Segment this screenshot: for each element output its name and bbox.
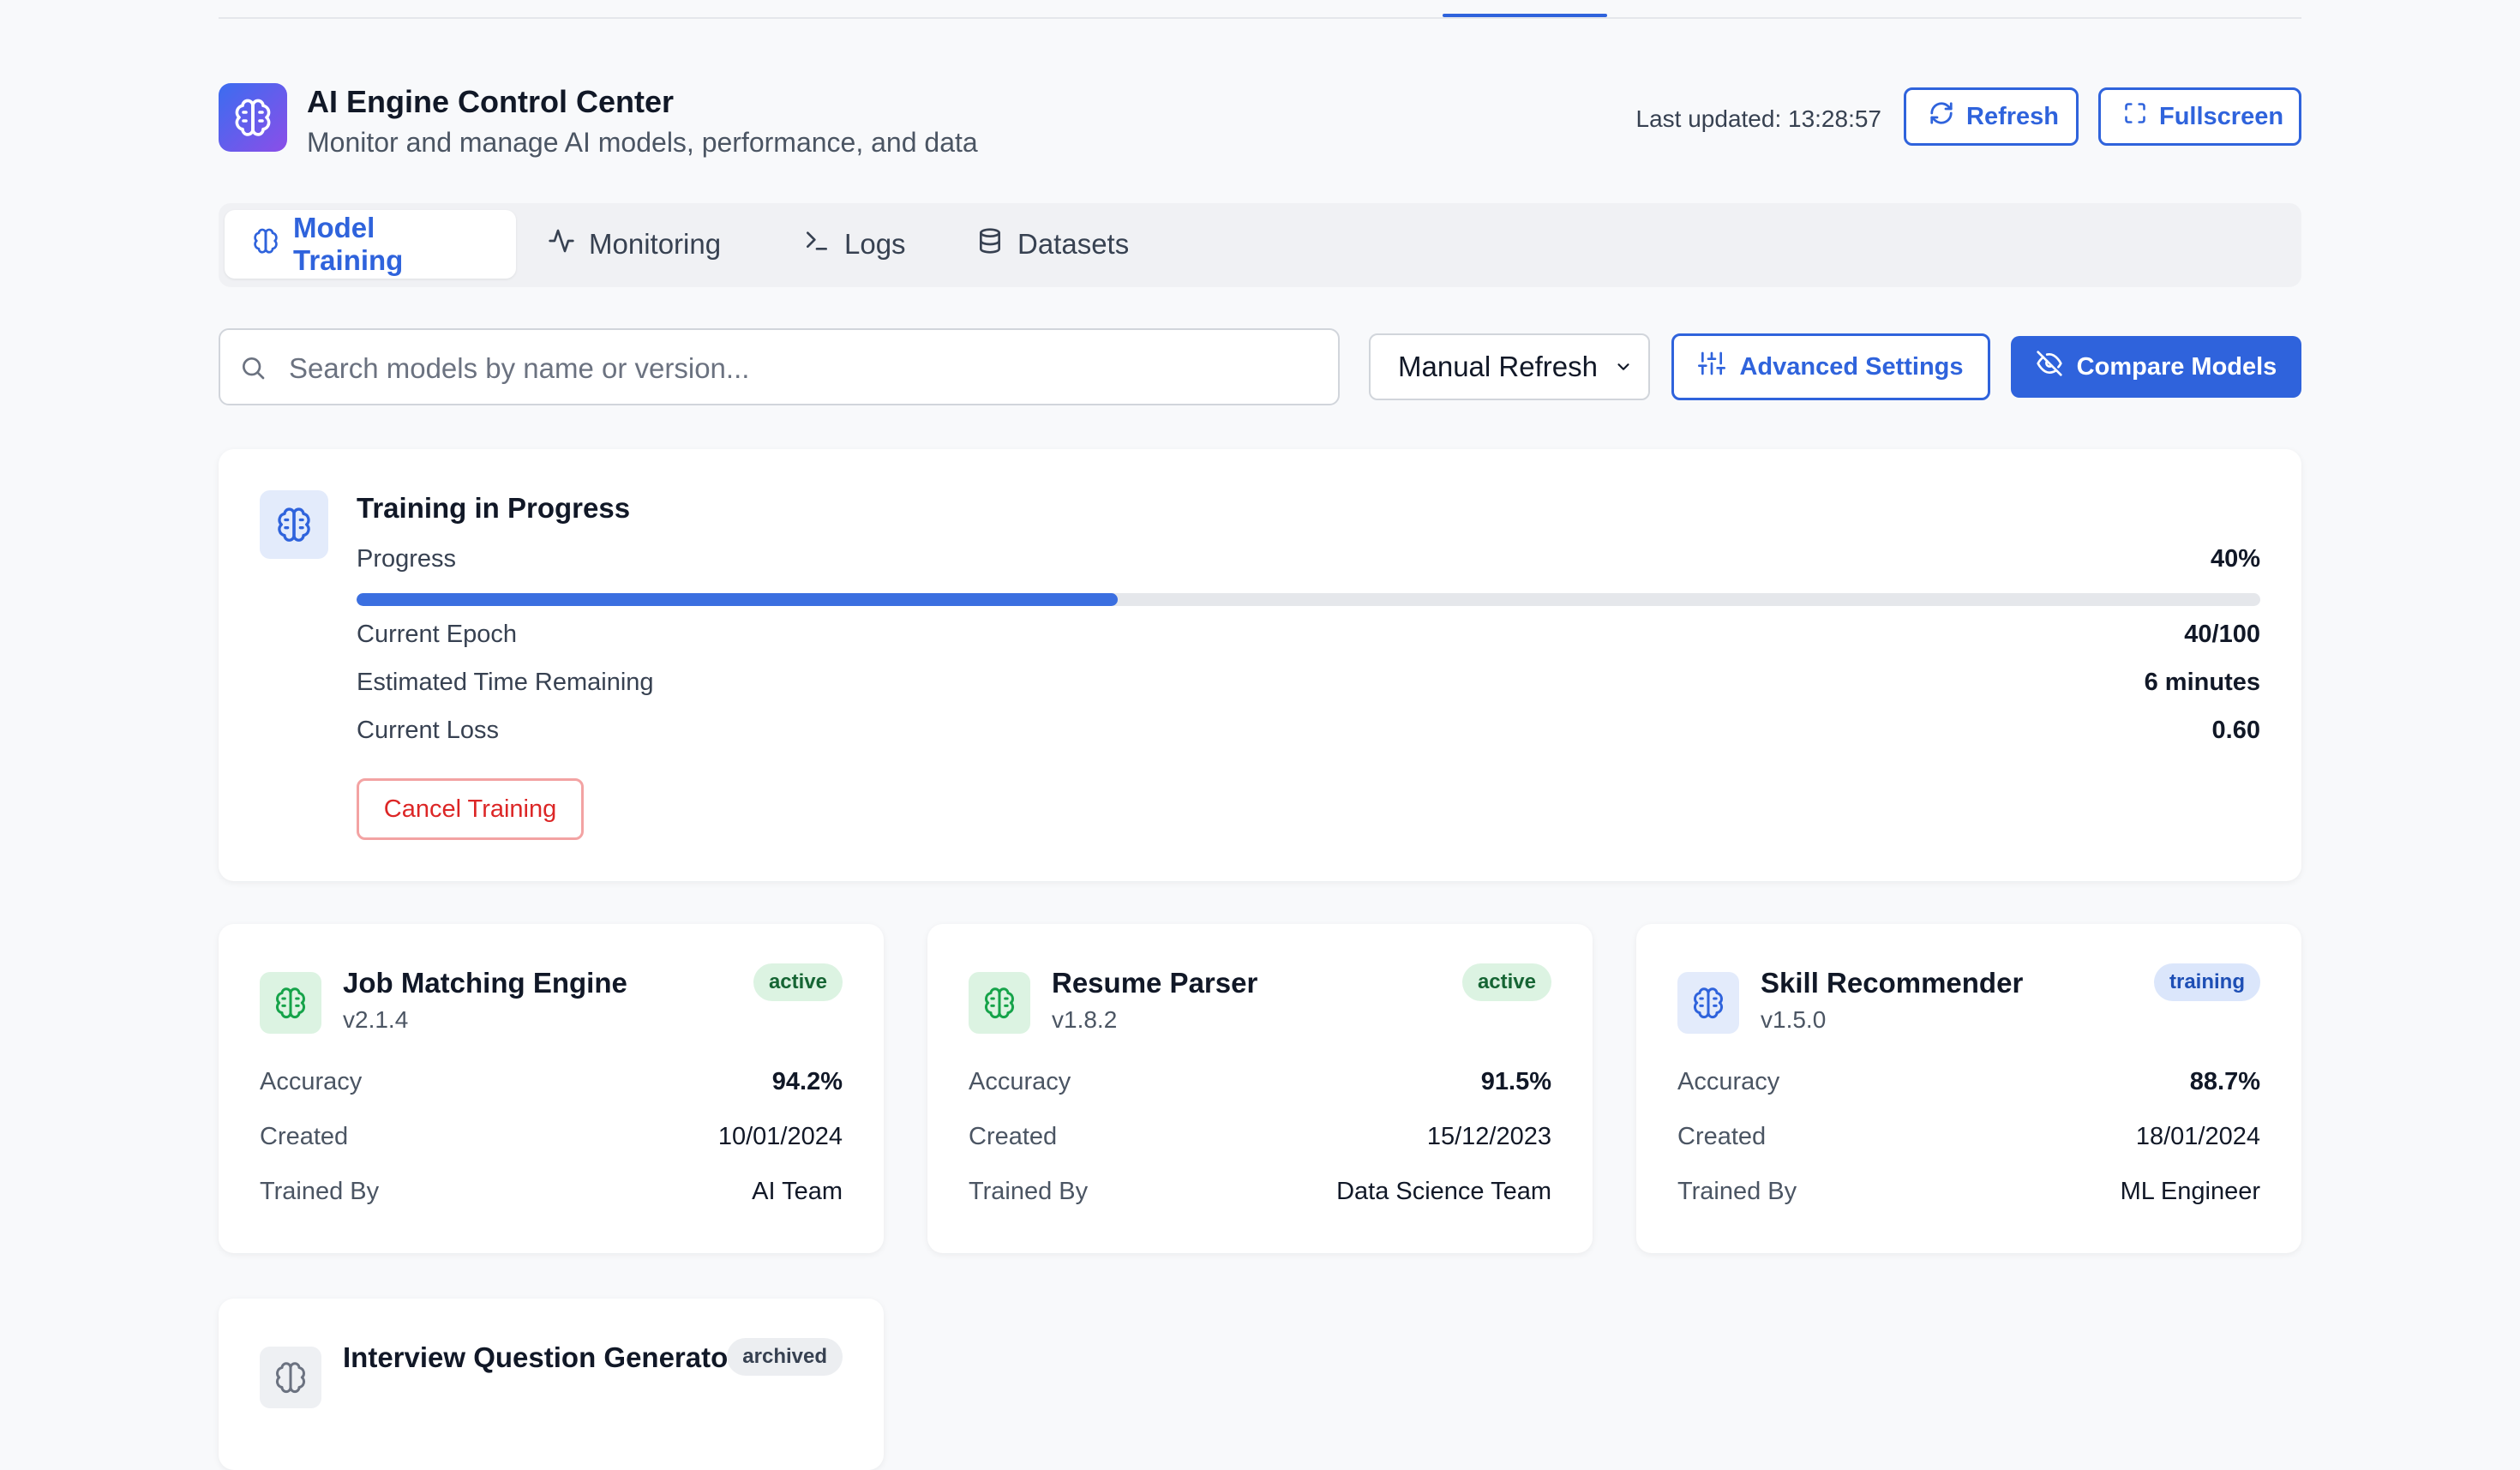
page-subtitle: Monitor and manage AI models, performanc…: [307, 127, 978, 158]
trained-by-label: Trained By: [969, 1178, 1089, 1205]
accuracy-label: Accuracy: [969, 1068, 1071, 1095]
accuracy-value: 91.5%: [1480, 1068, 1551, 1095]
eye-off-icon: [2036, 350, 2063, 384]
model-card[interactable]: Skill Recommender v1.5.0 training Accura…: [1636, 924, 2301, 1253]
brain-icon: [260, 1347, 321, 1408]
brain-icon: [1677, 972, 1739, 1034]
fullscreen-label: Fullscreen: [2159, 102, 2284, 130]
created-label: Created: [1677, 1123, 1767, 1150]
loss-value: 0.60: [2211, 717, 2260, 744]
model-name: Job Matching Engine: [343, 967, 627, 999]
tab-monitoring[interactable]: Monitoring: [520, 210, 769, 279]
tab-label: Datasets: [1017, 228, 1130, 260]
training-progress-fill: [357, 593, 1119, 606]
eta-value: 6 minutes: [2144, 669, 2260, 696]
training-progress-card: Training in Progress Progress 40% Curren…: [219, 449, 2301, 881]
model-version: v1.8.2: [1052, 1006, 1118, 1033]
fullscreen-icon: [2123, 101, 2147, 132]
page-title: AI Engine Control Center: [307, 84, 675, 119]
status-badge: active: [753, 963, 843, 1001]
tab-label: Logs: [844, 228, 906, 260]
status-badge: archived: [727, 1338, 843, 1376]
tab-bar: Model Training Monitoring Logs Datasets: [219, 203, 2301, 287]
sliders-icon: [1698, 350, 1726, 384]
progress-label: Progress: [357, 545, 457, 573]
tab-datasets[interactable]: Datasets: [949, 210, 1172, 279]
created-value: 18/01/2024: [2135, 1123, 2260, 1150]
refresh-icon: [1929, 100, 1954, 133]
created-value: 15/12/2023: [1426, 1123, 1551, 1150]
fullscreen-button[interactable]: Fullscreen: [2098, 87, 2301, 146]
tab-logs[interactable]: Logs: [776, 210, 947, 279]
accuracy-value: 94.2%: [771, 1068, 843, 1095]
epoch-value: 40/100: [2184, 621, 2260, 648]
brain-icon: [260, 490, 328, 559]
brain-icon: [969, 972, 1030, 1034]
refresh-mode-value: Manual Refresh: [1398, 351, 1598, 382]
trained-by-value: Data Science Team: [1336, 1178, 1551, 1205]
training-progress-bar: [357, 593, 2260, 606]
activity-icon: [548, 227, 575, 261]
search-box: [219, 328, 1340, 405]
status-badge: training: [2154, 963, 2260, 1001]
chevron-down-icon: [1614, 351, 1633, 383]
terminal-icon: [803, 227, 831, 261]
brain-icon: [219, 83, 287, 152]
advanced-settings-label: Advanced Settings: [1739, 352, 1964, 381]
trained-by-label: Trained By: [260, 1178, 380, 1205]
eta-label: Estimated Time Remaining: [357, 669, 654, 696]
model-name: Resume Parser: [1052, 967, 1258, 999]
status-badge: active: [1461, 963, 1551, 1001]
database-icon: [976, 227, 1004, 261]
accuracy-value: 88.7%: [2189, 1068, 2260, 1095]
advanced-settings-button[interactable]: Advanced Settings: [1671, 333, 1990, 400]
model-version: v2.1.4: [343, 1006, 409, 1033]
last-updated-text: Last updated: 13:28:57: [1635, 105, 1881, 132]
epoch-label: Current Epoch: [357, 621, 517, 648]
accuracy-label: Accuracy: [260, 1068, 363, 1095]
model-version: v1.5.0: [1761, 1006, 1827, 1033]
tab-model-training[interactable]: Model Training: [225, 210, 516, 279]
model-card[interactable]: Job Matching Engine v2.1.4 active Accura…: [219, 924, 884, 1253]
search-icon: [239, 354, 267, 386]
training-title: Training in Progress: [357, 492, 631, 524]
refresh-label: Refresh: [1966, 102, 2059, 130]
brain-icon: [252, 227, 279, 261]
model-card[interactable]: Resume Parser v1.8.2 active Accuracy 91.…: [927, 924, 1593, 1253]
model-card[interactable]: Interview Question Generator archived: [219, 1299, 884, 1470]
model-name: Skill Recommender: [1761, 967, 2024, 999]
tab-label: Monitoring: [589, 228, 722, 260]
top-divider: [219, 17, 2301, 19]
refresh-mode-select[interactable]: Manual Refresh: [1369, 333, 1650, 400]
tab-label: Model Training: [293, 212, 404, 276]
brain-icon: [260, 972, 321, 1034]
trained-by-value: ML Engineer: [2120, 1178, 2260, 1205]
top-nav-active-indicator: [1443, 14, 1607, 17]
model-name: Interview Question Generator: [343, 1341, 740, 1373]
compare-models-label: Compare Models: [2076, 352, 2277, 381]
created-label: Created: [969, 1123, 1058, 1150]
loss-label: Current Loss: [357, 717, 500, 744]
accuracy-label: Accuracy: [1677, 1068, 1780, 1095]
trained-by-label: Trained By: [1677, 1178, 1797, 1205]
refresh-button[interactable]: Refresh: [1904, 87, 2079, 146]
page-header: AI Engine Control Center Monitor and man…: [219, 83, 2301, 160]
trained-by-value: AI Team: [752, 1178, 843, 1205]
search-input[interactable]: [287, 345, 1319, 392]
created-value: 10/01/2024: [717, 1123, 843, 1150]
progress-value: 40%: [2210, 545, 2260, 573]
created-label: Created: [260, 1123, 349, 1150]
compare-models-button[interactable]: Compare Models: [2011, 336, 2301, 398]
cancel-training-button[interactable]: Cancel Training: [357, 778, 584, 840]
